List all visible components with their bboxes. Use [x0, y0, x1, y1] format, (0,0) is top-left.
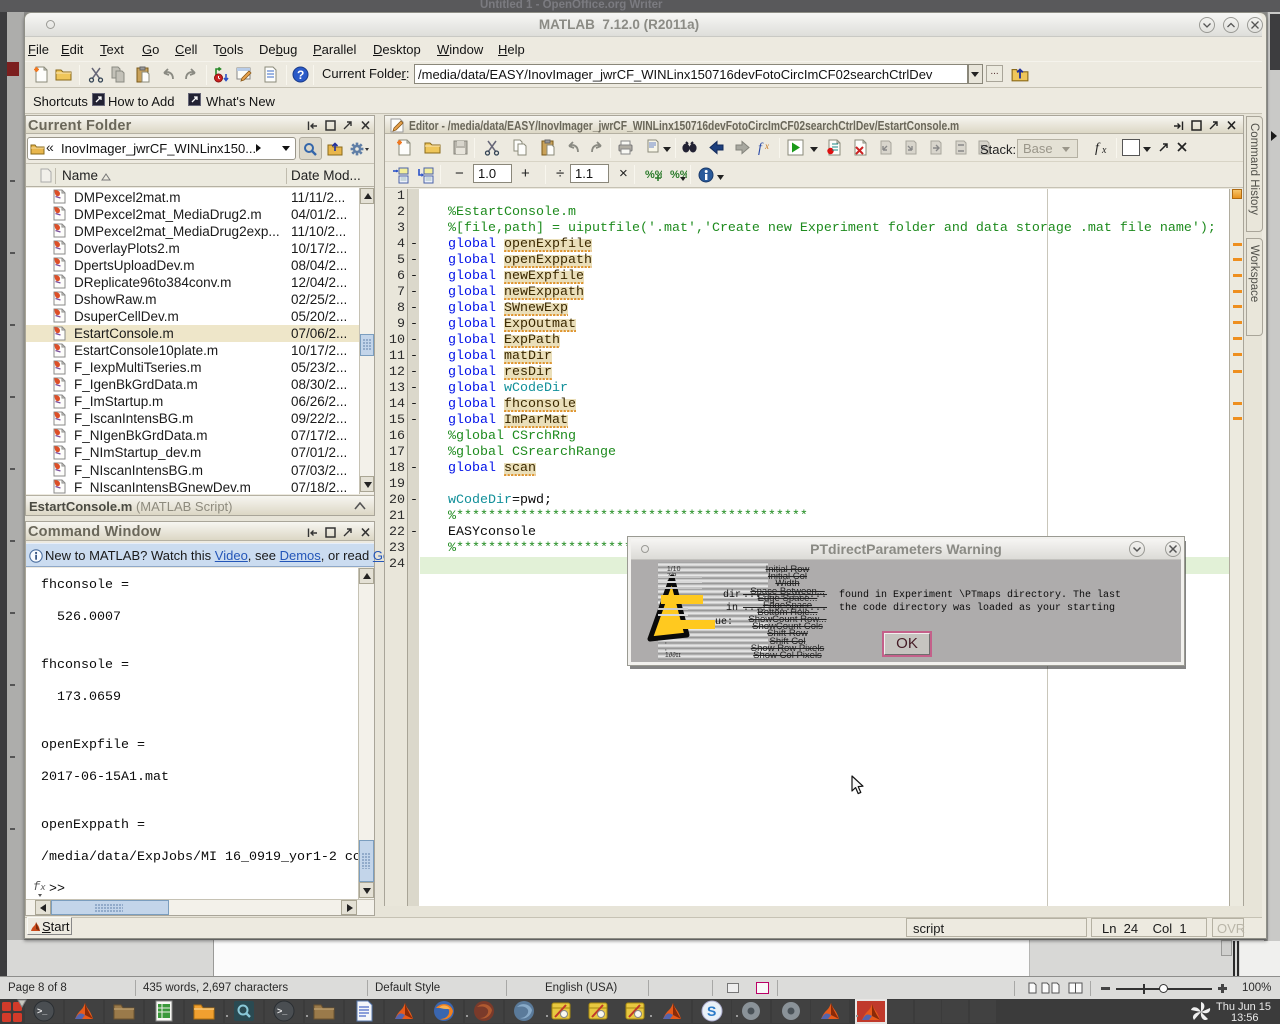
- svg-text:%%: %%: [645, 169, 662, 181]
- svg-text:f: f: [758, 141, 764, 156]
- svg-text:x: x: [764, 141, 769, 151]
- svg-text:?: ?: [297, 68, 304, 82]
- svg-text:%%: %%: [670, 169, 687, 181]
- svg-text:x: x: [1101, 145, 1107, 156]
- svg-text:S: S: [707, 1003, 716, 1019]
- svg-text:f: f: [1095, 141, 1101, 156]
- svg-text:>_: >_: [37, 1006, 48, 1016]
- svg-text:>_: >_: [277, 1006, 288, 1016]
